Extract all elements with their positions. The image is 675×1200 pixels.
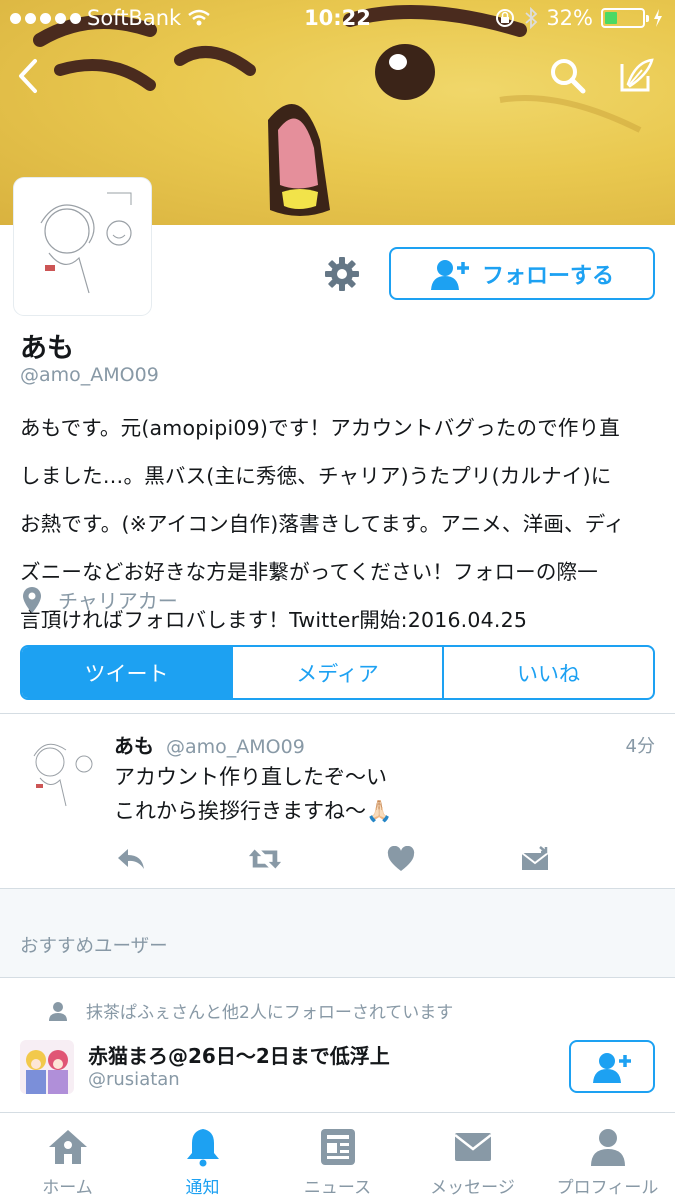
recommended-user-handle: @rusiatan [88, 1069, 180, 1090]
follow-button-label: フォローする [481, 263, 614, 289]
tweet-actions [114, 842, 554, 876]
recommended-context: 抹茶ぱふぇさんと他2人にフォローされています [48, 998, 453, 1023]
recommended-follow-button[interactable] [569, 1040, 655, 1093]
tweet-avatar[interactable] [20, 730, 98, 812]
news-icon [320, 1129, 355, 1165]
retweet-button[interactable] [248, 842, 282, 876]
profile-tabs: ツイート メディア いいね [20, 645, 655, 700]
tabbar-messages[interactable]: メッセージ [405, 1113, 540, 1200]
location-pin-icon [23, 586, 41, 613]
search-icon [551, 59, 586, 94]
battery-percent: 32% [546, 6, 593, 30]
tabbar-news[interactable]: ニュース [270, 1113, 405, 1200]
home-icon [48, 1130, 87, 1164]
status-bar: SoftBank 10:22 32% [0, 0, 675, 40]
avatar-sketch [19, 183, 146, 310]
bio-line: しました…。黒バス(主に秀徳、チャリア)うたプリ(カルナイ)に [20, 464, 612, 488]
person-icon [49, 1001, 67, 1021]
divider [0, 888, 675, 889]
tabbar-news-label: ニュース [303, 1178, 372, 1198]
charging-icon [654, 9, 662, 27]
tabbar-messages-label: メッセージ [430, 1178, 515, 1198]
back-button[interactable] [4, 52, 52, 100]
tweet-author-handle: @amo_AMO09 [166, 736, 305, 758]
orientation-lock-icon [496, 9, 515, 27]
tabbar-notifications[interactable]: 通知 [135, 1113, 270, 1200]
tweet-author-name[interactable]: あも [114, 730, 154, 759]
divider [0, 713, 675, 714]
envelope-icon [453, 1133, 492, 1161]
tabbar-home[interactable]: ホーム [0, 1113, 135, 1200]
recommended-users-title: おすすめユーザー [20, 936, 168, 957]
direct-message-button[interactable] [518, 842, 552, 876]
compose-tweet-button[interactable] [612, 52, 660, 100]
follow-button[interactable]: フォローする [389, 247, 655, 300]
tab-tweets[interactable]: ツイート [22, 647, 231, 698]
bottom-tab-bar: ホーム 通知 ニュース メッセージ プロフィール [0, 1112, 675, 1200]
bio-line: お熱です。(※アイコン自作)落書きしてます。アニメ、洋画、ディ [20, 512, 625, 536]
like-button[interactable] [384, 842, 418, 876]
heart-icon [387, 846, 415, 871]
divider [0, 977, 675, 978]
tabbar-home-label: ホーム [42, 1178, 93, 1198]
recommended-user-avatar[interactable] [20, 1040, 74, 1094]
tweet-timestamp: 4分 [625, 736, 655, 757]
recommended-user-name[interactable]: 赤猫まろ@26日〜2日まで低浮上 [88, 1040, 390, 1069]
bell-icon [186, 1129, 219, 1167]
settings-button[interactable] [322, 254, 362, 294]
tabbar-profile[interactable]: プロフィール [540, 1113, 675, 1200]
tab-media[interactable]: メディア [231, 647, 442, 698]
profile-handle: @amo_AMO09 [20, 364, 159, 386]
retweet-icon [248, 849, 282, 869]
tweet-header: あも @amo_AMO09 [114, 730, 305, 759]
location-label: チャリアカー [58, 589, 178, 613]
bluetooth-icon [525, 7, 538, 29]
status-right: 32% [494, 6, 663, 30]
battery-icon [601, 8, 649, 28]
add-user-icon [593, 1052, 631, 1083]
profile-location: チャリアカー [22, 585, 178, 614]
search-button[interactable] [544, 52, 592, 100]
avatar-illustration [20, 1040, 74, 1094]
reply-icon [118, 849, 144, 869]
tweet-text[interactable]: アカウント作り直したぞ〜い これから挨拶行きますね〜🙏🏻 [114, 760, 392, 828]
tweet-line: これから挨拶行きますね〜🙏🏻 [114, 799, 393, 823]
compose-icon [620, 58, 654, 92]
tweet-line: アカウント作り直したぞ〜い [114, 765, 387, 789]
recommended-context-text: 抹茶ぱふぇさんと他2人にフォローされています [86, 1003, 454, 1023]
tabbar-notifications-label: 通知 [185, 1178, 220, 1198]
profile-avatar[interactable] [14, 178, 151, 315]
person-icon [590, 1129, 625, 1166]
profile-display-name: あも [20, 333, 74, 364]
envelope-icon [521, 846, 549, 870]
bio-line: あもです。元(amopipi09)です！アカウントバグったので作り直 [20, 416, 621, 440]
chevron-left-icon [19, 59, 37, 93]
avatar-sketch-small [20, 730, 98, 812]
tab-likes[interactable]: いいね [442, 647, 653, 698]
reply-button[interactable] [114, 842, 148, 876]
tabbar-profile-label: プロフィール [556, 1178, 659, 1198]
gear-icon [325, 257, 359, 291]
add-user-icon [430, 259, 469, 290]
